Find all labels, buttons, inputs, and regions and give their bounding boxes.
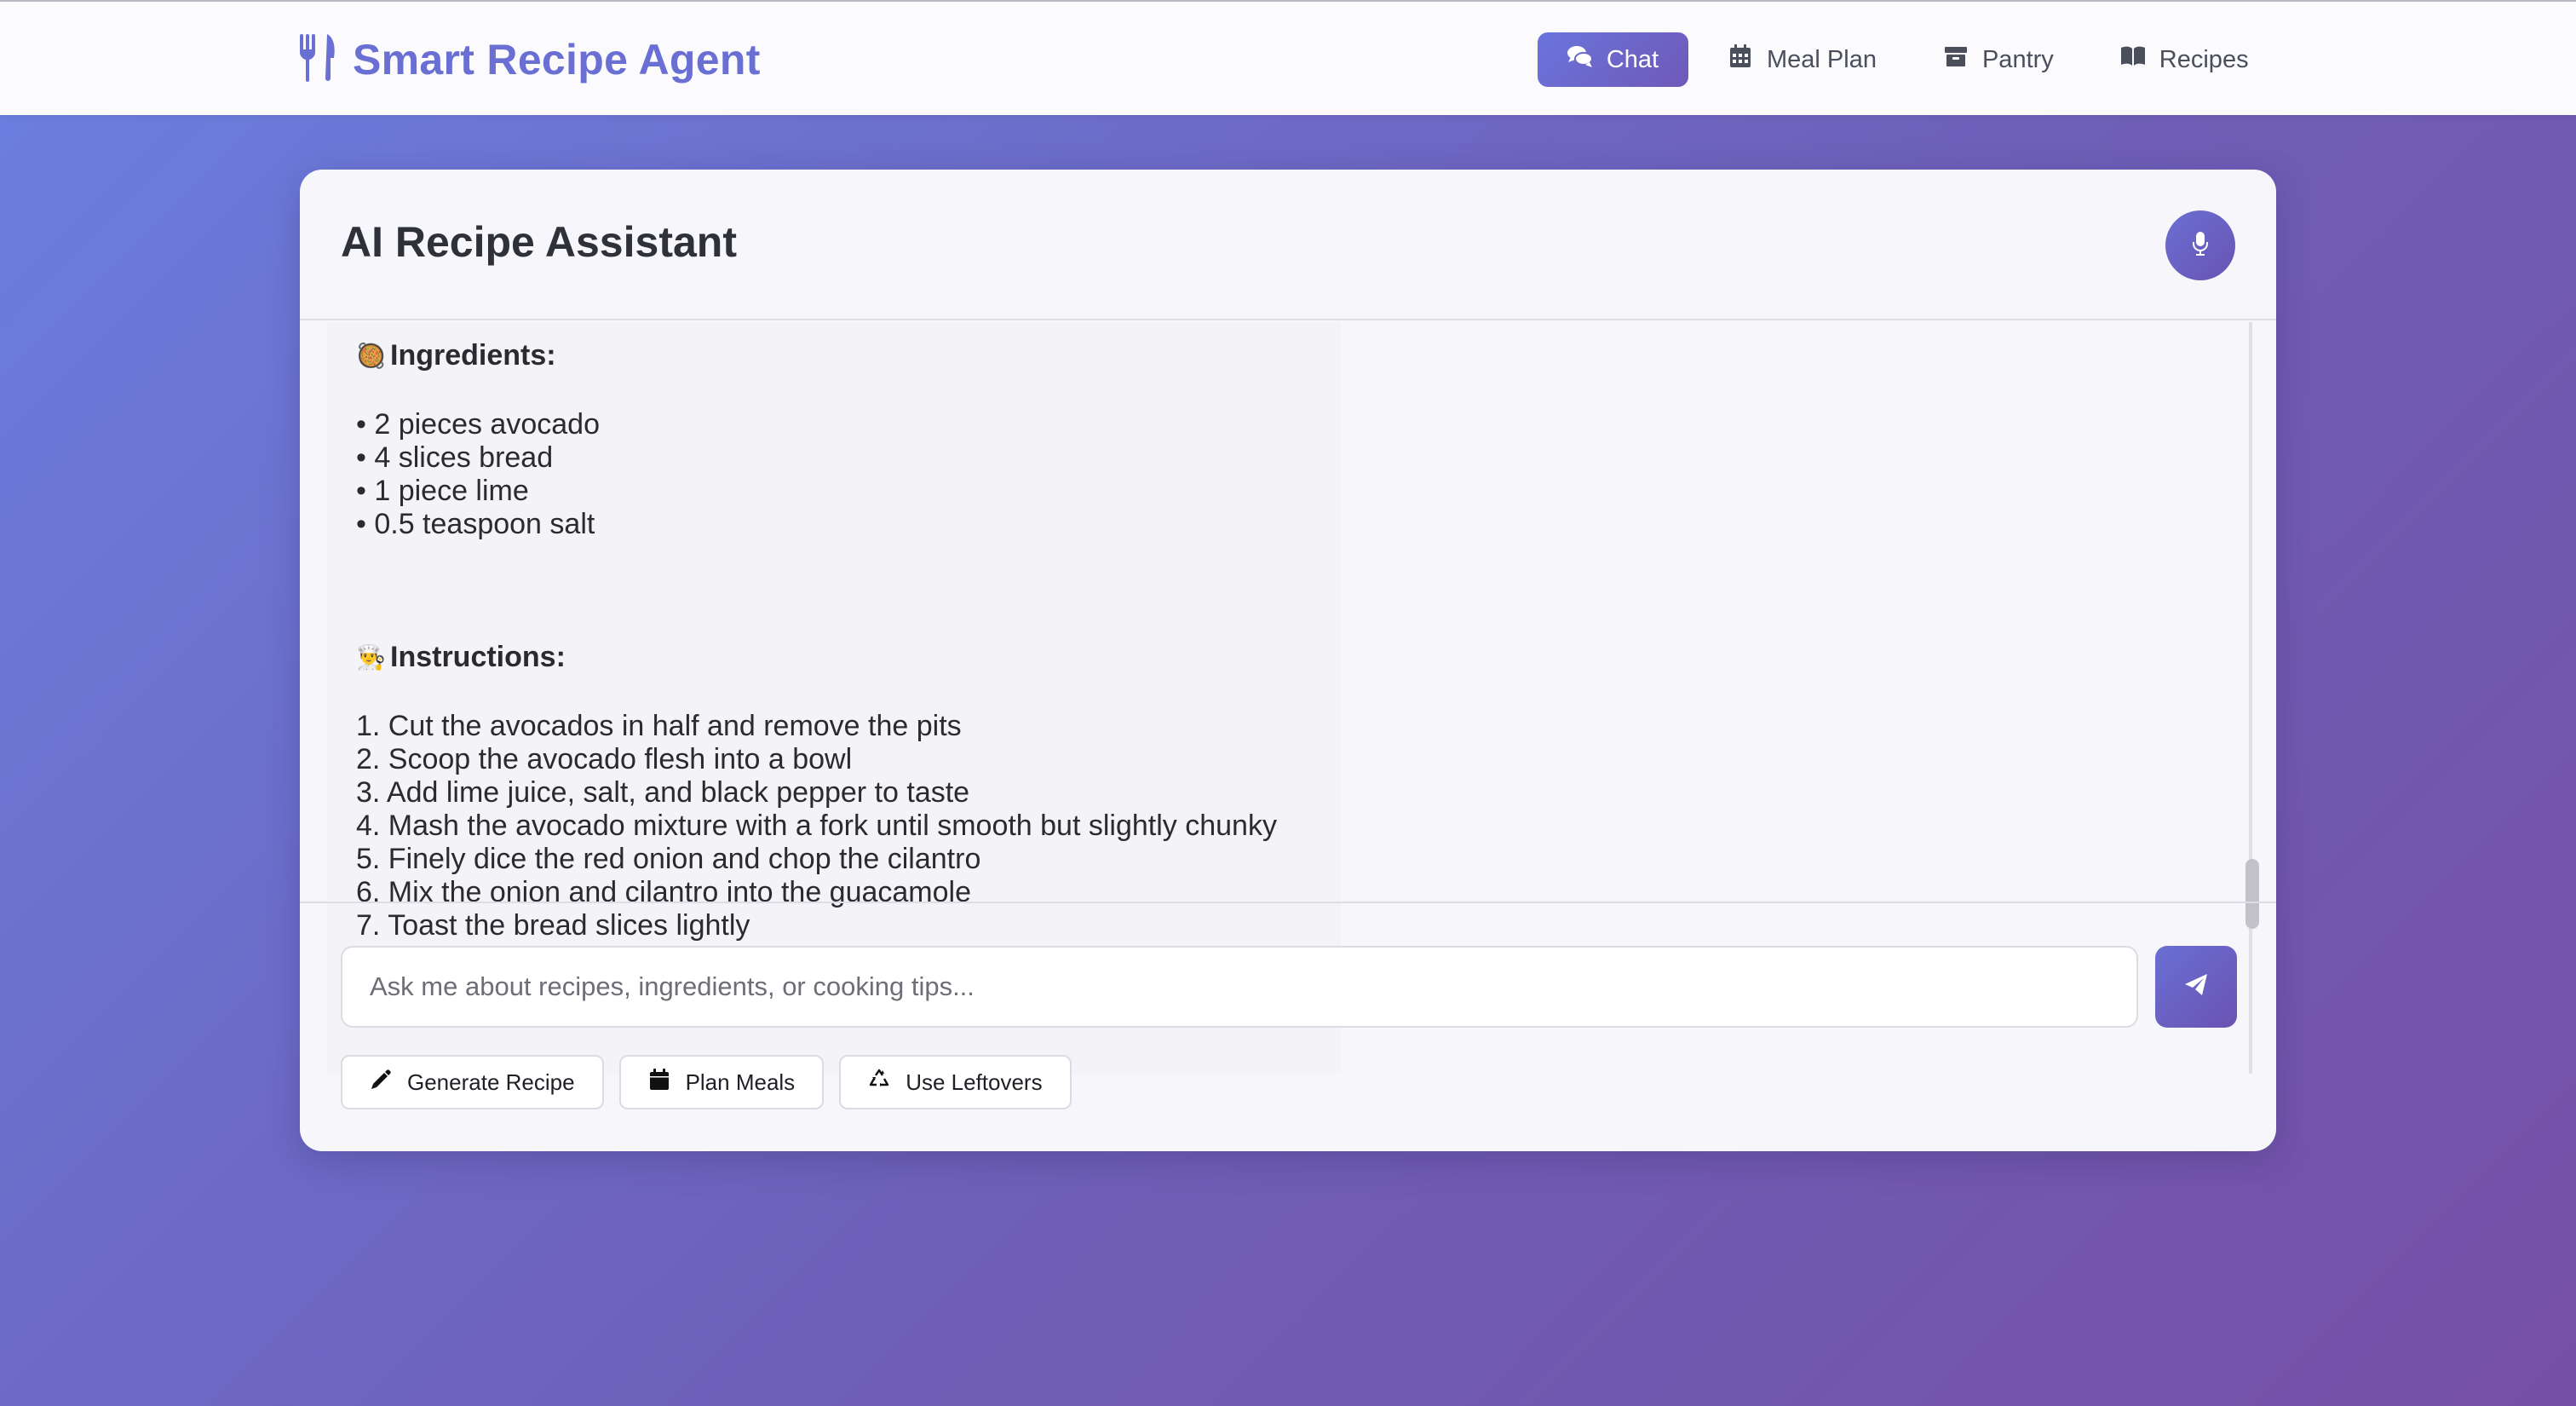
list-item: • 2 pieces avocado [356, 408, 600, 441]
assistant-title: AI Recipe Assistant [341, 218, 737, 266]
quick-action-label: Use Leftovers [906, 1069, 1043, 1095]
nav-pantry[interactable]: Pantry [1916, 32, 2081, 87]
list-item: 3. Add lime juice, salt, and black peppe… [356, 776, 970, 809]
archive-box-icon [1943, 43, 1969, 76]
ingredients-heading-text: Ingredients: [390, 339, 556, 372]
nav-meal-plan[interactable]: Meal Plan [1700, 32, 1904, 87]
nav-chat[interactable]: Chat [1538, 32, 1688, 87]
quick-actions: Generate Recipe Plan Meals Use Leftovers [341, 1055, 1072, 1109]
microphone-icon [2189, 231, 2211, 261]
recycle-icon [868, 1069, 890, 1097]
app-title: Smart Recipe Agent [353, 36, 761, 84]
generate-recipe-button[interactable]: Generate Recipe [341, 1055, 604, 1109]
ingredients-heading: 🥘 Ingredients: [356, 339, 556, 372]
brand[interactable]: Smart Recipe Agent [298, 31, 761, 89]
list-item: • 4 slices bread [356, 441, 554, 474]
nav-label: Pantry [1981, 45, 2054, 73]
quick-action-label: Plan Meals [685, 1069, 796, 1095]
send-button[interactable] [2155, 946, 2237, 1028]
nav-label: Meal Plan [1767, 45, 1877, 73]
instructions-heading: 👨‍🍳 Instructions: [356, 641, 566, 674]
nav-label: Chat [1606, 45, 1659, 73]
plan-meals-button[interactable]: Plan Meals [618, 1055, 825, 1109]
calendar-icon [648, 1068, 670, 1097]
chat-input-area: Generate Recipe Plan Meals [300, 902, 2276, 1151]
list-item: 2. Scoop the avocado flesh into a bowl [356, 743, 853, 775]
pencil-icon [370, 1069, 392, 1097]
instructions-heading-text: Instructions: [390, 641, 566, 673]
quick-action-label: Generate Recipe [407, 1069, 575, 1095]
ingredients-list: • 2 pieces avocado • 4 slices bread • 1 … [356, 408, 600, 541]
book-icon [2120, 43, 2146, 76]
main-nav: Chat Meal Plan Pantry Recipes [1538, 32, 2288, 87]
chat-input[interactable] [341, 946, 2138, 1028]
nav-recipes[interactable]: Recipes [2093, 32, 2276, 87]
cooking-pot-icon: 🥘 [356, 343, 386, 369]
card-header: AI Recipe Assistant [300, 170, 2276, 320]
calendar-icon [1728, 43, 1753, 76]
list-item: 1. Cut the avocados in half and remove t… [356, 710, 962, 742]
list-item: • 0.5 teaspoon salt [356, 508, 595, 540]
top-navigation-bar: Smart Recipe Agent Chat Meal Plan Pantry… [0, 0, 2576, 115]
comments-icon [1567, 43, 1593, 76]
assistant-card: AI Recipe Assistant 🥘 Ingredients: • 2 p… [300, 170, 2276, 1151]
nav-label: Recipes [2159, 45, 2249, 73]
voice-input-button[interactable] [2165, 210, 2235, 280]
list-item: 5. Finely dice the red onion and chop th… [356, 843, 981, 875]
utensils-icon [298, 33, 337, 86]
use-leftovers-button[interactable]: Use Leftovers [839, 1055, 1072, 1109]
list-item: 4. Mash the avocado mixture with a fork … [356, 810, 1277, 842]
paper-plane-icon [2183, 972, 2209, 1002]
chef-icon: 👨‍🍳 [356, 644, 386, 671]
list-item: • 1 piece lime [356, 475, 529, 507]
